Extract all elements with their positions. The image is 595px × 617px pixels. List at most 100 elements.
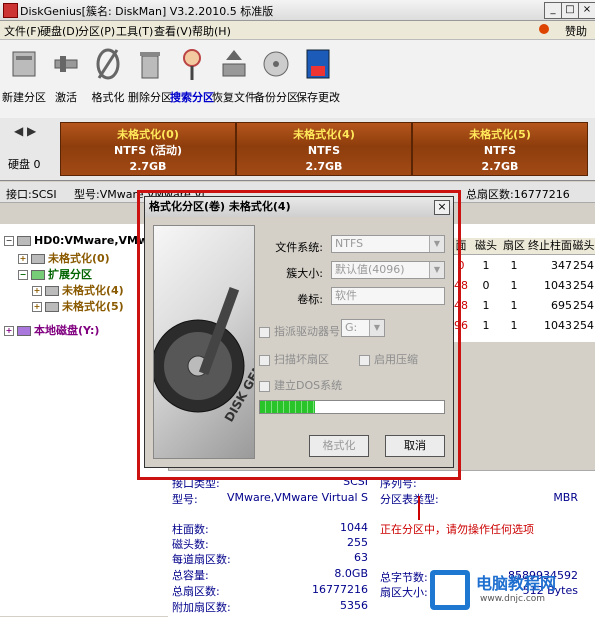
volume-label-input: 软件 <box>331 287 445 305</box>
chevron-down-icon: ▼ <box>429 262 444 278</box>
table-cell: 1 <box>482 299 490 312</box>
table-cell: 1043 <box>544 319 572 332</box>
delete-partition-button[interactable]: 删除分区 <box>128 46 172 112</box>
close-button[interactable]: × <box>578 2 595 19</box>
new-partition-button[interactable]: 新建分区 <box>2 46 46 112</box>
partition-size: 2.7GB <box>129 160 167 173</box>
new-partition-icon <box>12 51 36 77</box>
disk-icon <box>17 236 31 246</box>
delete-partition-icon <box>140 52 160 79</box>
column-header[interactable]: 扇区 <box>500 238 529 255</box>
tree-item[interactable]: − 扩展分区 <box>18 266 92 282</box>
search-partition-icon <box>183 49 201 80</box>
menu-file[interactable]: 文件(F) <box>4 23 41 39</box>
title-bar: DiskGenius[簇名: DiskMan] V3.2.2010.5 标准版 … <box>0 0 595 21</box>
table-cell: 254 <box>573 299 594 312</box>
minimize-button[interactable]: _ <box>544 2 562 19</box>
detail-label: 磁头数: <box>172 538 209 551</box>
watermark-title: 电脑教程网 <box>476 574 557 593</box>
column-header[interactable]: 磁头 <box>572 238 595 255</box>
cancel-button[interactable]: 取消 <box>385 435 445 457</box>
interface-info: 接口:SCSI <box>6 188 57 201</box>
table-cell: 1 <box>510 259 518 272</box>
table-cell: 347 <box>551 259 572 272</box>
watermark-url: www.dnjc.com <box>480 594 546 604</box>
table-cell: 1 <box>510 299 518 312</box>
donate-icon <box>539 24 549 34</box>
toolbar-label: 恢复文件 <box>212 91 256 104</box>
tree-item[interactable]: + 未格式化(5) <box>32 298 124 314</box>
detail-value: 16777216 <box>312 583 368 596</box>
menu-help[interactable]: 帮助(H) <box>192 23 231 39</box>
windows-logo-icon <box>430 570 470 610</box>
format-button[interactable]: 格式化 <box>86 46 130 112</box>
search-partition-button[interactable]: 搜索分区 <box>170 46 214 112</box>
scan-bad-sectors-checkbox: 扫描坏扇区 <box>259 351 329 367</box>
disk-nav-arrows[interactable]: ◀ ▶ <box>14 124 36 138</box>
toolbar: 新建分区 激活 格式化 删除分区 搜索分区 恢复文件 备份分区 保存更改 <box>0 40 595 119</box>
partition-fs: NTFS <box>483 144 517 157</box>
menu-bar: 文件(F) 硬盘(D) 分区(P) 工具(T) 查看(V) 帮助(H) 赞助 <box>0 21 595 40</box>
format-dialog: 格式化分区(卷) 未格式化(4) × DISK GENIUS 文件系统: NTF… <box>144 196 454 468</box>
toolbar-label: 搜索分区 <box>170 91 214 104</box>
detail-value: 5356 <box>340 599 368 612</box>
detail-label: 附加扇区数: <box>172 601 231 614</box>
tree-item[interactable]: + 未格式化(4) <box>32 282 124 298</box>
detail-label: 总扇区数: <box>172 585 220 598</box>
detail-value: 255 <box>347 536 368 549</box>
chevron-down-icon: ▼ <box>429 236 444 252</box>
menu-disk[interactable]: 硬盘(D) <box>40 23 79 39</box>
hard-disk-icon <box>154 287 245 413</box>
partition-fs: NTFS (活动) <box>113 144 183 157</box>
cluster-size-value: 默认值(4096) <box>335 263 405 276</box>
save-changes-button[interactable]: 保存更改 <box>296 46 340 112</box>
annotation-arrow <box>418 496 420 520</box>
table-cell: 254 <box>573 319 594 332</box>
progress-fill <box>260 401 316 413</box>
detail-label: 扇区大小: <box>380 586 428 599</box>
recover-files-button[interactable]: 恢复文件 <box>212 46 256 112</box>
cluster-size-select: 默认值(4096) ▼ <box>331 261 445 279</box>
disk-label: 硬盘 0 <box>8 158 41 171</box>
dialog-title: 格式化分区(卷) 未格式化(4) <box>145 197 453 217</box>
field-label: 文件系统: <box>275 241 323 254</box>
disk-illustration: DISK GENIUS <box>153 225 255 459</box>
status-message: 正在分区中，请勿操作任何选项 <box>380 523 534 536</box>
activate-icon <box>54 56 78 72</box>
partition-block[interactable]: 未格式化(0) NTFS (活动) 2.7GB <box>60 122 236 176</box>
detail-label: 总容量: <box>172 569 209 582</box>
filesystem-value: NTFS <box>335 237 364 250</box>
partition-block[interactable]: 未格式化(5) NTFS 2.7GB <box>412 122 588 176</box>
app-icon <box>3 3 18 18</box>
format-button: 格式化 <box>309 435 369 457</box>
partition-size: 2.7GB <box>481 160 519 173</box>
toolbar-label: 格式化 <box>91 91 125 104</box>
partition-block[interactable]: 未格式化(4) NTFS 2.7GB <box>236 122 412 176</box>
menu-partition[interactable]: 分区(P) <box>78 23 115 39</box>
backup-partition-button[interactable]: 备份分区 <box>254 46 298 112</box>
enable-compression-checkbox: 启用压缩 <box>359 351 418 367</box>
tree-item[interactable]: + 未格式化(0) <box>18 250 110 266</box>
tree-local-disk[interactable]: + 本地磁盘(Y:) <box>4 322 99 338</box>
dialog-close-button[interactable]: × <box>434 200 450 215</box>
total-sectors-info: 总扇区数:16777216 <box>466 188 570 201</box>
extended-partition-icon <box>31 270 45 280</box>
detail-value: MBR <box>553 491 578 504</box>
donate-link[interactable]: 赞助 <box>565 23 587 39</box>
menu-view[interactable]: 查看(V) <box>154 23 192 39</box>
column-header[interactable]: 磁头 <box>472 238 501 255</box>
table-cell: 1 <box>510 279 518 292</box>
maximize-button[interactable]: □ <box>561 2 579 19</box>
activate-button[interactable]: 激活 <box>44 46 88 112</box>
toolbar-label: 保存更改 <box>296 91 340 104</box>
column-header[interactable]: 终止柱面 <box>528 238 573 255</box>
field-label: 簇大小: <box>286 267 323 280</box>
format-icon <box>96 48 120 80</box>
partition-icon <box>31 254 45 264</box>
assign-drive-letter-checkbox: 指派驱动器号： <box>259 323 351 339</box>
menu-tools[interactable]: 工具(T) <box>116 23 153 39</box>
create-dos-checkbox: 建立DOS系统 <box>259 377 342 393</box>
drive-letter-value: G: <box>345 321 358 334</box>
format-progress-bar <box>259 400 445 414</box>
save-changes-icon <box>306 49 330 79</box>
